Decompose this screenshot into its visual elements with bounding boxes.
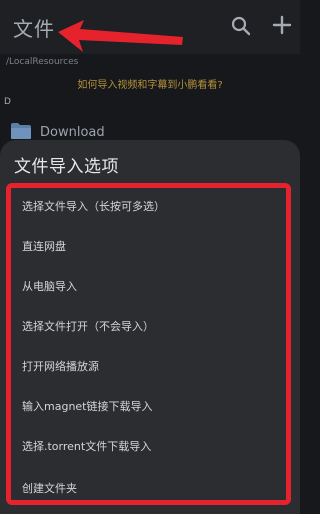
option-select-file-import[interactable]: 选择文件导入（长按可多选） (22, 197, 282, 217)
folder-name: Download (40, 125, 105, 140)
option-torrent-file[interactable]: 选择.torrent文件下载导入 (22, 437, 282, 457)
app-bar: 文件 (0, 0, 300, 54)
page-title: 文件 (13, 17, 55, 41)
option-import-from-pc[interactable]: 从电脑导入 (22, 277, 282, 297)
tip-link[interactable]: 如何导入视频和字幕到小鹏看看? (0, 76, 300, 91)
option-magnet-link[interactable]: 输入magnet链接下载导入 (22, 397, 282, 417)
plus-icon[interactable] (271, 14, 293, 36)
option-cloud-drive[interactable]: 直连网盘 (22, 237, 282, 257)
search-icon[interactable] (231, 16, 251, 36)
section-header: D (4, 97, 11, 107)
current-path: /LocalResources (6, 57, 79, 67)
option-network-source[interactable]: 打开网络播放源 (22, 357, 282, 377)
option-open-file[interactable]: 选择文件打开（不会导入） (22, 317, 282, 337)
import-options-sheet: 文件导入选项 选择文件导入（长按可多选） 直连网盘 从电脑导入 选择文件打开（不… (0, 140, 300, 514)
app-screen: 文件 /LocalResources 如何导入视频和字幕到小鹏看看? D Dow… (0, 0, 300, 514)
annotation-arrow-icon (58, 20, 183, 52)
sheet-title: 文件导入选项 (14, 157, 119, 177)
folder-icon (11, 123, 31, 139)
option-create-folder[interactable]: 创建文件夹 (22, 479, 282, 499)
